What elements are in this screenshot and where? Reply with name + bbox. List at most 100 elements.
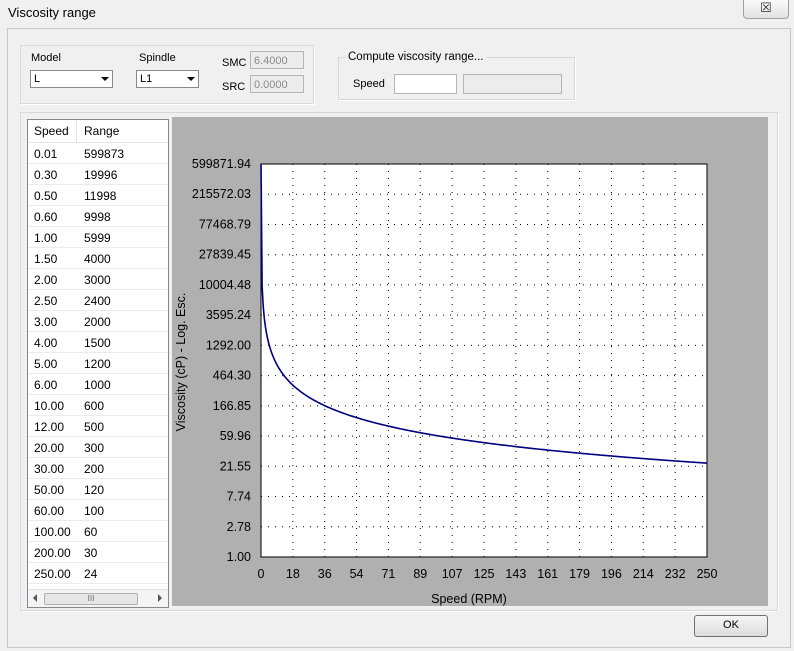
x-tick-label: 107 (442, 567, 463, 581)
table-row[interactable]: 0.30 19996 (28, 164, 168, 185)
spindle-value: L1 (140, 73, 153, 85)
x-tick-label: 54 (350, 567, 364, 581)
x-tick-label: 196 (601, 567, 622, 581)
y-tick-label: 10004.48 (199, 278, 251, 292)
x-tick-label: 214 (633, 567, 654, 581)
range-cell: 19996 (84, 168, 118, 182)
model-value: L (34, 73, 41, 85)
speed-cell: 60.00 (34, 504, 65, 518)
x-tick-label: 125 (474, 567, 495, 581)
range-cell: 11998 (84, 189, 117, 203)
speed-cell: 1.00 (34, 231, 58, 245)
speed-cell: 0.60 (34, 210, 58, 224)
y-tick-label: 464.30 (213, 369, 251, 383)
speed-input[interactable] (394, 74, 457, 94)
table-row[interactable]: 12.00 500 (28, 416, 168, 437)
y-tick-label: 1.00 (227, 550, 251, 564)
table-row[interactable]: 0.50 11998 (28, 185, 168, 206)
speed-cell: 200.00 (34, 546, 71, 560)
close-button[interactable]: ☒ (743, 0, 789, 19)
range-cell: 1000 (84, 378, 111, 392)
range-result-field (463, 74, 562, 94)
scroll-right-icon[interactable] (158, 594, 162, 602)
range-table[interactable]: Speed Range 0.01 599873 0.30 19996 0.50 11998… (27, 119, 169, 608)
chart-panel: 1.00 2.78 7.74 21.55 59.96 166.85 464.30 1292.0… (172, 117, 768, 606)
table-row[interactable]: 3.00 2000 (28, 311, 168, 332)
range-cell: 2000 (84, 315, 111, 329)
table-row[interactable]: 50.00 120 (28, 479, 168, 500)
x-tick-label: 89 (413, 567, 427, 581)
speed-cell: 2.50 (34, 294, 58, 308)
speed-cell: 20.00 (34, 441, 65, 455)
table-row[interactable]: 0.01 599873 (28, 143, 168, 164)
ok-button[interactable]: OK (694, 615, 768, 637)
speed-cell: 4.00 (34, 336, 58, 350)
table-row[interactable]: 20.00 300 (28, 437, 168, 458)
table-row[interactable]: 1.50 4000 (28, 248, 168, 269)
table-row[interactable]: 10.00 600 (28, 395, 168, 416)
table-row[interactable]: 6.00 1000 (28, 374, 168, 395)
x-tick-label: 179 (569, 567, 590, 581)
speed-cell: 100.00 (34, 525, 71, 539)
table-row[interactable]: 60.00 100 (28, 500, 168, 521)
x-axis-label: Speed (RPM) (431, 592, 507, 606)
x-tick-label: 0 (258, 567, 265, 581)
src-field: 0.0000 (250, 75, 304, 93)
table-row[interactable]: 30.00 200 (28, 458, 168, 479)
column-separator (76, 120, 77, 142)
table-row[interactable]: 200.00 30 (28, 542, 168, 563)
speed-cell: 250.00 (34, 567, 71, 581)
x-tick-label: 143 (505, 567, 526, 581)
y-tick-label: 2.78 (227, 520, 251, 534)
table-row[interactable]: 2.00 3000 (28, 269, 168, 290)
range-cell: 3000 (84, 273, 111, 287)
speed-cell: 0.50 (34, 189, 58, 203)
table-row[interactable]: 250.00 24 (28, 563, 168, 584)
smc-label: SMC (222, 57, 247, 69)
range-cell: 30 (84, 546, 98, 560)
y-tick-label: 27839.45 (199, 248, 251, 262)
spindle-select[interactable]: L1 (136, 70, 199, 88)
scroll-left-icon[interactable] (33, 594, 37, 602)
compute-group-label: Compute viscosity range... (346, 51, 486, 63)
table-row[interactable]: 5.00 1200 (28, 353, 168, 374)
speed-label: Speed (353, 78, 385, 90)
y-tick-label: 77468.79 (199, 217, 251, 231)
column-header-speed[interactable]: Speed (34, 124, 69, 138)
table-row[interactable]: 4.00 1500 (28, 332, 168, 353)
range-cell: 200 (84, 462, 105, 476)
horizontal-scrollbar[interactable]: III (28, 589, 168, 607)
y-axis-label: Viscosity (cP) - Log. Esc. (174, 293, 188, 432)
x-tick-label: 232 (665, 567, 686, 581)
speed-cell: 6.00 (34, 378, 58, 392)
x-tick-label: 161 (537, 567, 558, 581)
x-tick-label: 36 (318, 567, 332, 581)
speed-cell: 12.00 (34, 420, 65, 434)
table-row[interactable]: 2.50 2400 (28, 290, 168, 311)
range-cell: 2400 (84, 294, 111, 308)
x-tick-labels: 0 18 36 54 71 89 107 125 143 161 179 196 214 232 250 (258, 567, 718, 581)
table-row[interactable]: 1.00 5999 (28, 227, 168, 248)
title-bar: Viscosity range ☒ (0, 0, 794, 24)
range-cell: 9998 (84, 210, 111, 224)
table-row[interactable]: 0.60 9998 (28, 206, 168, 227)
y-tick-label: 166.85 (213, 399, 251, 413)
speed-cell: 30.00 (34, 462, 65, 476)
range-cell: 100 (84, 504, 105, 518)
src-label: SRC (222, 81, 246, 93)
scroll-thumb[interactable]: III (44, 593, 138, 605)
y-tick-label: 215572.03 (192, 187, 251, 201)
range-cell: 1200 (84, 357, 111, 371)
y-tick-label: 599871.94 (192, 157, 251, 171)
range-cell: 1500 (84, 336, 111, 350)
speed-cell: 2.00 (34, 273, 58, 287)
window-title: Viscosity range (8, 5, 96, 20)
table-row[interactable]: 100.00 60 (28, 521, 168, 542)
speed-cell: 1.50 (34, 252, 58, 266)
model-select[interactable]: L (30, 70, 113, 88)
column-header-range[interactable]: Range (84, 124, 119, 138)
range-cell: 5999 (84, 231, 111, 245)
y-tick-label: 59.96 (220, 429, 251, 443)
range-cell: 599873 (84, 147, 125, 161)
speed-cell: 5.00 (34, 357, 58, 371)
